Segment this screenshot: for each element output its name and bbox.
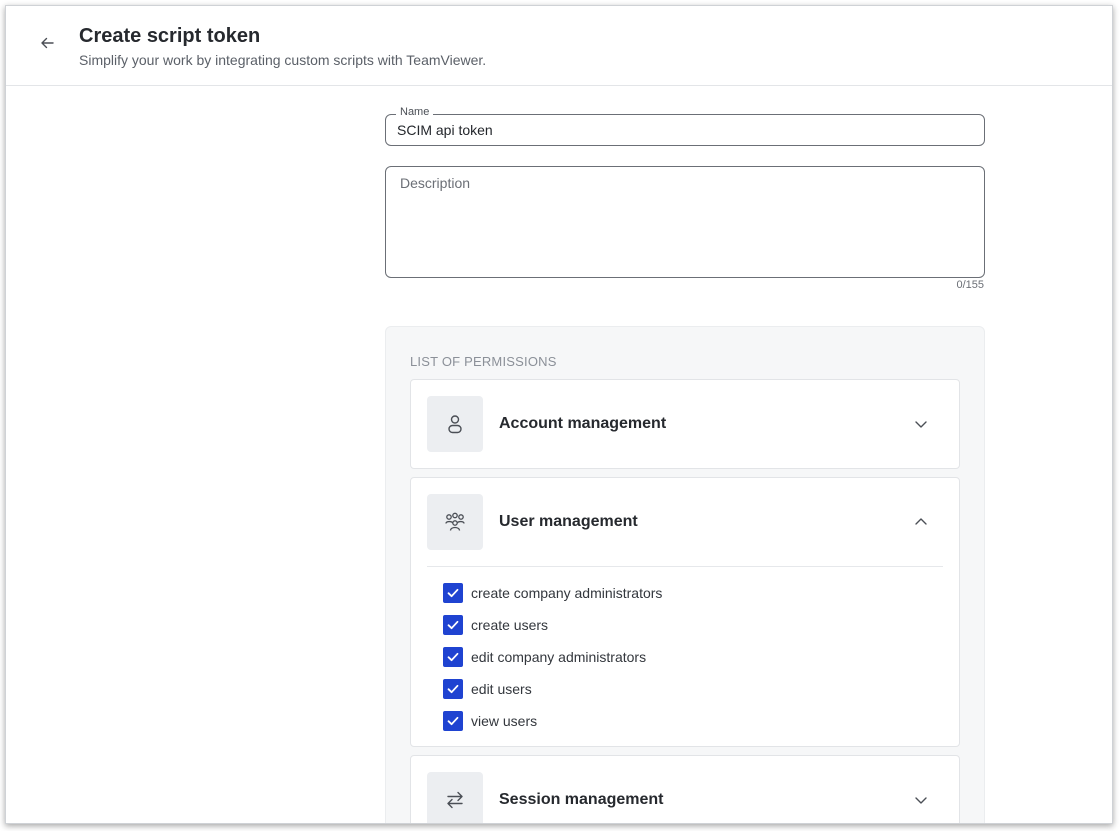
page-subtitle: Simplify your work by integrating custom… bbox=[79, 52, 487, 68]
permission-item-edit-company-administrators[interactable]: edit company administrators bbox=[443, 647, 646, 667]
arrows-swap-icon bbox=[427, 772, 483, 823]
users-group-icon bbox=[427, 494, 483, 550]
checkmark-icon bbox=[447, 716, 459, 726]
permission-item-edit-users[interactable]: edit users bbox=[443, 679, 532, 699]
checkbox-checked[interactable] bbox=[443, 615, 463, 635]
arrow-left-icon bbox=[41, 37, 54, 49]
app-window: Create script token Simplify your work b… bbox=[5, 5, 1113, 824]
permission-label: create users bbox=[471, 617, 549, 633]
page-title: Create script token bbox=[79, 25, 261, 47]
permission-group-title: Account management bbox=[499, 415, 667, 432]
permission-group-session-management[interactable]: Session management bbox=[410, 755, 960, 823]
chevron-down-icon[interactable] bbox=[911, 790, 931, 810]
chevron-down-icon[interactable] bbox=[911, 414, 931, 434]
permission-label: view users bbox=[471, 713, 538, 729]
checkmark-icon bbox=[447, 684, 459, 694]
divider bbox=[427, 566, 943, 567]
description-input[interactable] bbox=[400, 175, 970, 265]
name-field[interactable]: Name bbox=[385, 106, 985, 146]
permission-item-create-users[interactable]: create users bbox=[443, 615, 548, 635]
name-input[interactable] bbox=[397, 122, 957, 138]
permission-group-title: User management bbox=[499, 513, 638, 530]
description-character-counter: 0/155 bbox=[956, 279, 984, 291]
permission-item-create-company-administrators[interactable]: create company administrators bbox=[443, 583, 662, 603]
person-icon bbox=[427, 396, 483, 452]
permissions-panel: LIST OF PERMISSIONS Account management U… bbox=[385, 326, 985, 823]
chevron-up-icon[interactable] bbox=[911, 512, 931, 532]
permission-label: edit users bbox=[471, 681, 532, 697]
description-field[interactable] bbox=[385, 166, 985, 278]
page-header: Create script token Simplify your work b… bbox=[6, 6, 1112, 86]
back-button[interactable] bbox=[36, 32, 58, 54]
checkmark-icon bbox=[447, 652, 459, 662]
permission-group-user-management[interactable]: User management create company administr… bbox=[410, 477, 960, 747]
checkbox-checked[interactable] bbox=[443, 711, 463, 731]
permission-group-account-management[interactable]: Account management bbox=[410, 379, 960, 469]
permission-label: create company administrators bbox=[471, 585, 663, 601]
permission-label: edit company administrators bbox=[471, 649, 647, 665]
permission-item-view-users[interactable]: view users bbox=[443, 711, 537, 731]
checkbox-checked[interactable] bbox=[443, 647, 463, 667]
permission-group-title: Session management bbox=[499, 791, 664, 808]
name-field-label: Name bbox=[396, 106, 434, 118]
permissions-title: LIST OF PERMISSIONS bbox=[410, 354, 557, 369]
checkmark-icon bbox=[447, 620, 459, 630]
checkbox-checked[interactable] bbox=[443, 679, 463, 699]
checkmark-icon bbox=[447, 588, 459, 598]
checkbox-checked[interactable] bbox=[443, 583, 463, 603]
